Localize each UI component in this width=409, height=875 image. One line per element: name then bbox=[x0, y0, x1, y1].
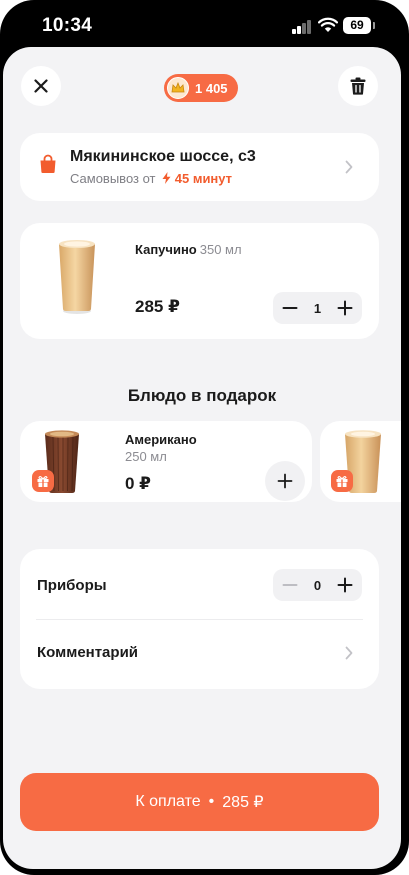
gift-section-title: Блюдо в подарок bbox=[127, 386, 277, 405]
quantity-stepper: 1 bbox=[273, 292, 362, 324]
gift-item-card-next[interactable] bbox=[320, 421, 401, 502]
decrease-cutlery-button[interactable] bbox=[281, 576, 299, 594]
increase-quantity-button[interactable] bbox=[336, 299, 354, 317]
gift-item-volume: 250 мл bbox=[125, 449, 167, 464]
clear-cart-button[interactable] bbox=[338, 66, 378, 106]
close-button[interactable] bbox=[21, 66, 61, 106]
plus-icon bbox=[337, 577, 353, 593]
gift-item-card[interactable]: Американо 250 мл 0 ₽ bbox=[20, 421, 312, 502]
points-value: 1 405 bbox=[195, 80, 228, 96]
checkout-total: 285 ₽ bbox=[222, 794, 264, 811]
cutlery-row: Приборы 0 bbox=[20, 549, 379, 619]
gift-icon bbox=[32, 470, 54, 492]
cutlery-label: Приборы bbox=[37, 577, 107, 594]
lightning-icon bbox=[162, 172, 171, 184]
plus-icon bbox=[277, 473, 293, 489]
checkout-separator: • bbox=[208, 793, 215, 810]
cutlery-count: 0 bbox=[313, 577, 322, 593]
phone-screen: 10:34 69 1 405 Мякининское шоссе, с3 Сам… bbox=[0, 0, 409, 875]
crown-avatar-icon bbox=[167, 77, 189, 99]
chevron-right-icon bbox=[345, 160, 353, 174]
shopping-bag-icon bbox=[40, 154, 56, 173]
loyalty-points-badge[interactable]: 1 405 bbox=[164, 74, 238, 102]
checkout-label: К оплате bbox=[135, 793, 201, 810]
product-name: Капучино bbox=[135, 242, 197, 257]
pickup-time: 45 минут bbox=[174, 171, 233, 186]
product-volume: 350 мл bbox=[199, 242, 242, 257]
decrease-quantity-button[interactable] bbox=[281, 299, 299, 317]
quantity-value: 1 bbox=[313, 300, 322, 316]
checkout-button[interactable]: К оплате • 285 ₽ bbox=[20, 773, 379, 831]
cellular-signal-icon bbox=[292, 20, 312, 34]
comment-row[interactable]: Комментарий bbox=[20, 620, 379, 690]
pickup-address: Мякининское шоссе, с3 bbox=[70, 148, 256, 165]
trash-icon bbox=[350, 77, 366, 95]
chevron-right-icon bbox=[345, 646, 353, 660]
pickup-subtitle: Самовывоз от 45 минут bbox=[70, 171, 232, 186]
gift-item-name: Американо bbox=[125, 432, 197, 447]
battery-indicator: 69 bbox=[343, 17, 375, 34]
cappuccino-image bbox=[59, 240, 95, 314]
cutlery-stepper: 0 bbox=[273, 569, 362, 601]
pickup-label: Самовывоз от bbox=[70, 171, 156, 186]
status-time: 10:34 bbox=[42, 15, 93, 36]
close-icon bbox=[34, 79, 48, 93]
wifi-icon bbox=[318, 17, 338, 32]
cart-item-card: Капучино 350 мл 285 ₽ 1 bbox=[20, 223, 379, 339]
gift-icon bbox=[331, 470, 353, 492]
comment-label: Комментарий bbox=[37, 644, 139, 661]
plus-icon bbox=[337, 300, 353, 316]
cart-item-price: 285 ₽ bbox=[135, 297, 180, 316]
order-options-card: Приборы 0 Комментарий bbox=[20, 549, 379, 689]
add-gift-button[interactable] bbox=[265, 461, 305, 501]
increase-cutlery-button[interactable] bbox=[336, 576, 354, 594]
minus-icon bbox=[282, 307, 298, 309]
gift-item-price: 0 ₽ bbox=[125, 474, 152, 493]
status-bar: 10:34 69 bbox=[0, 0, 409, 50]
minus-icon bbox=[282, 584, 298, 586]
cart-item-name: Капучино 350 мл bbox=[135, 242, 242, 257]
pickup-address-card[interactable]: Мякининское шоссе, с3 Самовывоз от 45 ми… bbox=[20, 133, 379, 201]
cart-sheet: 1 405 Мякининское шоссе, с3 Самовывоз от bbox=[3, 47, 401, 869]
